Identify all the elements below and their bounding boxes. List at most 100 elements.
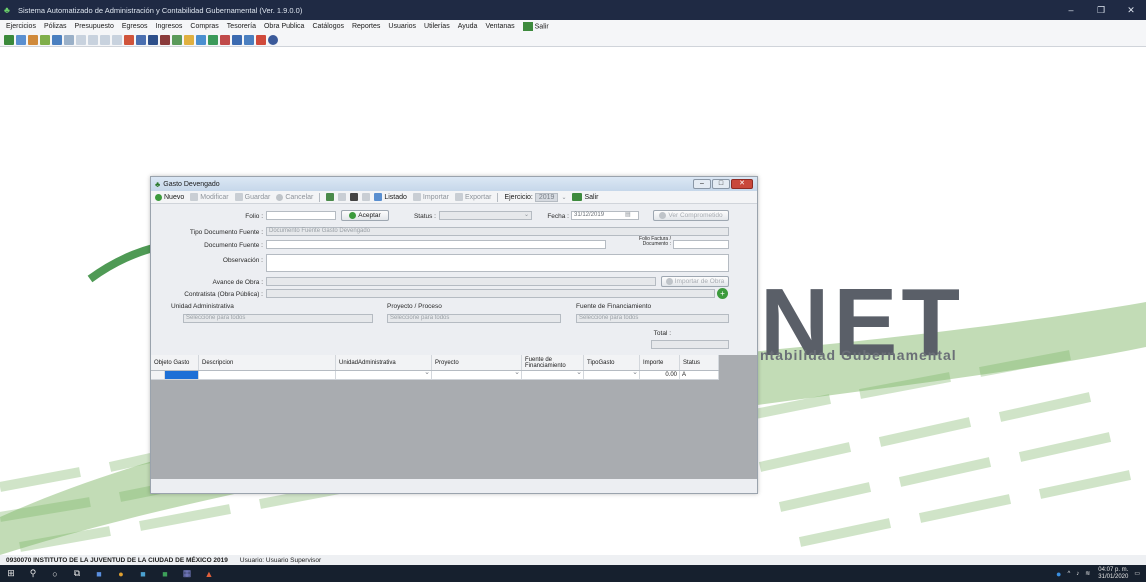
taskbar-chrome-icon[interactable]: ● (110, 569, 132, 579)
dialog-close-icon[interactable]: ✕ (731, 179, 753, 189)
toolbar-money-icon[interactable] (40, 34, 50, 45)
clock[interactable]: 04:07 p. m. 31/01/2020 (1098, 567, 1128, 581)
volume-icon[interactable]: ♪ (1076, 571, 1079, 577)
taskbar-calculator-icon[interactable]: ▦ (176, 568, 198, 579)
fuente-financiamiento-cell[interactable] (522, 369, 584, 379)
objeto-gasto-cell[interactable] (165, 371, 199, 379)
toolbar-page4-icon[interactable] (112, 34, 122, 45)
avance-obra-input[interactable] (266, 277, 656, 286)
menu-ayuda[interactable]: Ayuda (458, 23, 478, 30)
table-row[interactable]: 0.00 A (151, 369, 719, 380)
importar-button[interactable]: Importar (412, 193, 449, 201)
col-unidad-administrativa[interactable]: UnidadAdministrativa (336, 355, 432, 370)
close-icon[interactable]: ✕ (1116, 0, 1146, 20)
toolbar-folder-icon[interactable] (28, 34, 38, 45)
toolbar-page-icon[interactable] (76, 34, 86, 45)
unidad-administrativa-select[interactable]: Seleccione para todos (183, 314, 373, 323)
importe-cell[interactable]: 0.00 (640, 371, 680, 379)
chevron-up-icon[interactable]: ^ (1067, 571, 1070, 577)
ejercicio-select[interactable]: 2019 (534, 192, 559, 202)
taskbar-cortana-icon[interactable]: ○ (44, 569, 66, 579)
guardar-button[interactable]: Guardar (234, 193, 270, 201)
menu-ejercicios[interactable]: Ejercicios (6, 23, 36, 30)
calendar-icon[interactable]: ▤ (625, 211, 631, 218)
menu-usuarios[interactable]: Usuarios (388, 23, 416, 30)
status-select[interactable]: ⌄ (439, 211, 532, 220)
ver-comprometido-button[interactable]: Ver Comprometido (653, 210, 729, 221)
proyecto-proceso-select[interactable]: Seleccione para todos (387, 314, 561, 323)
toolbar-alert-icon[interactable] (256, 34, 266, 45)
col-status[interactable]: Status (680, 355, 719, 370)
menu-presupuesto[interactable]: Presupuesto (75, 23, 114, 30)
col-proyecto[interactable]: Proyecto (432, 355, 522, 370)
menu-salir[interactable]: Salir (522, 22, 549, 31)
search-icon[interactable] (350, 193, 359, 201)
tipo-documento-select[interactable]: Documento Fuente Gasto Devengado (266, 227, 729, 236)
modificar-button[interactable]: Modificar (190, 193, 229, 201)
toolbar-globe-icon[interactable] (136, 34, 146, 45)
print-icon[interactable] (338, 193, 347, 201)
restore-icon[interactable]: ❐ (1086, 0, 1116, 20)
grid-icon[interactable] (362, 193, 371, 201)
col-descripcion[interactable]: Descripcion (199, 355, 336, 370)
toolbar-settings-icon[interactable] (232, 34, 242, 45)
menu-polizas[interactable]: Pólizas (44, 23, 67, 30)
fuente-financiamiento-select[interactable]: Seleccione para todos (576, 314, 729, 323)
menu-ventanas[interactable]: Ventanas (485, 23, 514, 30)
toolbar-document-icon[interactable] (16, 34, 26, 45)
folio-factura-input[interactable] (673, 240, 729, 249)
toolbar-report-icon[interactable] (52, 34, 62, 45)
taskbar-search-icon[interactable]: ⚲ (22, 568, 44, 579)
toolbar-page3-icon[interactable] (100, 34, 110, 45)
toolbar-lock-icon[interactable] (220, 34, 230, 45)
toolbar-users-icon[interactable] (196, 34, 206, 45)
col-fuente-financiamiento[interactable]: Fuente de Financiamiento (522, 355, 584, 370)
toolbar-list-icon[interactable] (64, 34, 74, 45)
toolbar-star-icon[interactable] (184, 34, 194, 45)
toolbar-help-icon[interactable] (268, 34, 278, 45)
status-cell[interactable]: A (680, 371, 719, 379)
dialog-minimize-icon[interactable]: – (693, 179, 711, 189)
toolbar-chart-icon[interactable] (124, 34, 134, 45)
proyecto-cell[interactable] (432, 369, 522, 379)
taskbar-excel-icon[interactable]: ■ (154, 569, 176, 579)
folio-input[interactable] (266, 211, 336, 220)
menu-egresos[interactable]: Egresos (122, 23, 148, 30)
unidad-administrativa-cell[interactable] (336, 369, 432, 379)
toolbar-tree-icon[interactable] (172, 34, 182, 45)
exportar-button[interactable]: Exportar (454, 193, 491, 201)
menu-tesoreria[interactable]: Tesorería (227, 23, 256, 30)
menu-catalogos[interactable]: Catálogos (312, 23, 344, 30)
excel-icon[interactable] (326, 193, 335, 201)
toolbar-book-icon[interactable] (160, 34, 170, 45)
notification-icon[interactable]: ▭ (1134, 570, 1140, 577)
importar-de-obra-button[interactable]: Importar de Obra (661, 276, 729, 287)
documento-fuente-input[interactable] (266, 240, 606, 249)
minimize-icon[interactable]: – (1056, 0, 1086, 20)
taskbar-app-icon[interactable]: ▲ (198, 569, 220, 579)
col-importe[interactable]: Importe (640, 355, 680, 370)
observacion-textarea[interactable] (266, 254, 729, 272)
toolbar-db-icon[interactable] (244, 34, 254, 45)
toolbar-calc-icon[interactable] (148, 34, 158, 45)
menu-utilerias[interactable]: Utilerías (424, 23, 450, 30)
menu-obra-publica[interactable]: Obra Publica (264, 23, 304, 30)
toolbar-page2-icon[interactable] (88, 34, 98, 45)
aceptar-button[interactable]: Aceptar (341, 210, 389, 221)
col-tipo-gasto[interactable]: TipoGasto (584, 355, 640, 370)
dialog-maximize-icon[interactable]: □ (712, 179, 730, 189)
salir-button[interactable]: Salir (572, 193, 598, 201)
taskbar-taskview-icon[interactable]: ⧉ (66, 568, 88, 579)
taskbar-word-icon[interactable]: ■ (88, 569, 110, 579)
descripcion-cell[interactable] (199, 371, 336, 379)
help-tray-icon[interactable]: ● (1056, 569, 1061, 579)
toolbar-key-icon[interactable] (208, 34, 218, 45)
contratista-select[interactable] (266, 289, 715, 298)
menu-ingresos[interactable]: Ingresos (156, 23, 183, 30)
menu-reportes[interactable]: Reportes (352, 23, 380, 30)
taskbar-explorer-icon[interactable]: ■ (132, 569, 154, 579)
col-objeto-gasto[interactable]: Objeto Gasto (151, 355, 199, 370)
toolbar-home-icon[interactable] (4, 34, 14, 45)
add-contratista-icon[interactable]: + (717, 288, 728, 299)
network-icon[interactable]: ≋ (1085, 570, 1090, 577)
